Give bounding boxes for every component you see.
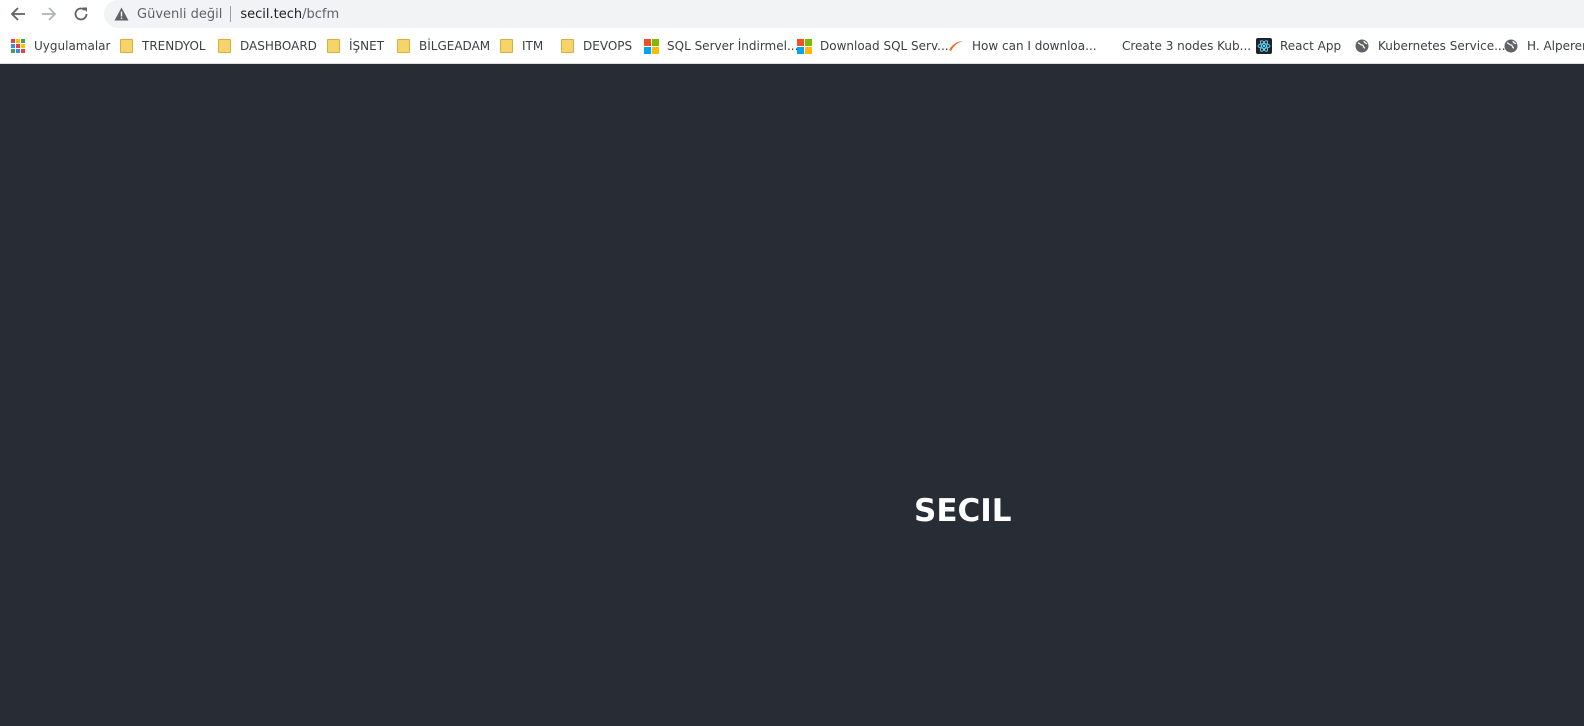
security-status-label[interactable]: Güvenli değil bbox=[137, 7, 222, 22]
bookmark-label: Uygulamalar bbox=[34, 39, 111, 53]
swoosh-logo-icon bbox=[948, 38, 964, 54]
bookmark-folder-trendyol[interactable]: TRENDYOL bbox=[118, 28, 206, 63]
folder-icon bbox=[216, 38, 232, 54]
bookmark-how-can-i-download[interactable]: How can I downloa... bbox=[948, 28, 1097, 63]
bookmark-label: TRENDYOL bbox=[142, 39, 206, 53]
forward-arrow-icon[interactable] bbox=[38, 3, 60, 25]
folder-icon bbox=[395, 38, 411, 54]
bookmark-label: How can I downloa... bbox=[972, 39, 1097, 53]
omnibox-divider bbox=[230, 6, 232, 22]
bookmark-label: React App bbox=[1280, 39, 1342, 53]
address-bar[interactable]: Güvenli değil secil.tech /bcfm bbox=[104, 0, 1584, 28]
bookmark-label: İŞNET bbox=[349, 39, 385, 53]
bookmark-folder-devops[interactable]: DEVOPS bbox=[559, 28, 633, 63]
bookmark-label: Kubernetes Service... bbox=[1378, 39, 1506, 53]
folder-icon bbox=[498, 38, 514, 54]
globe-icon bbox=[1503, 38, 1519, 54]
bookmark-create-3-nodes[interactable]: Create 3 nodes Kub... bbox=[1122, 28, 1252, 63]
bookmark-label: Download SQL Serv... bbox=[820, 39, 949, 53]
bookmark-kubernetes-service[interactable]: Kubernetes Service... bbox=[1354, 28, 1506, 63]
bookmark-apps[interactable]: Uygulamalar bbox=[10, 28, 111, 63]
globe-icon bbox=[1354, 38, 1370, 54]
bookmark-label: SQL Server İndirmel... bbox=[667, 39, 799, 53]
microsoft-logo-icon bbox=[643, 38, 659, 54]
bookmark-download-sql-server[interactable]: Download SQL Serv... bbox=[796, 28, 949, 63]
page-content: SECIL bbox=[0, 65, 1584, 726]
bookmark-react-app[interactable]: React App bbox=[1256, 28, 1342, 63]
folder-icon bbox=[325, 38, 341, 54]
bookmark-label: DASHBOARD bbox=[240, 39, 317, 53]
folder-icon bbox=[118, 38, 134, 54]
url-host[interactable]: secil.tech bbox=[240, 7, 302, 22]
bookmark-label: H. Alperen bbox=[1527, 39, 1584, 53]
bookmark-label: DEVOPS bbox=[583, 39, 633, 53]
bookmarks-bar: Uygulamalar TRENDYOL DASHBOARD İŞNET BİL… bbox=[0, 28, 1584, 64]
microsoft-logo-icon bbox=[796, 38, 812, 54]
bookmark-h-alperen[interactable]: H. Alperen bbox=[1503, 28, 1584, 63]
bookmark-folder-bilgeadam[interactable]: BİLGEADAM bbox=[395, 28, 491, 63]
bookmark-label: ITM bbox=[522, 39, 544, 53]
reload-icon[interactable] bbox=[70, 3, 92, 25]
apps-grid-icon bbox=[10, 38, 26, 54]
url-path[interactable]: /bcfm bbox=[302, 7, 339, 22]
folder-icon bbox=[559, 38, 575, 54]
warning-triangle-icon[interactable] bbox=[113, 6, 129, 22]
back-arrow-icon[interactable] bbox=[7, 3, 29, 25]
bookmark-folder-itm[interactable]: ITM bbox=[498, 28, 544, 63]
browser-toolbar: Güvenli değil secil.tech /bcfm bbox=[0, 0, 1584, 28]
react-logo-icon bbox=[1256, 38, 1272, 54]
brand-title: SECIL bbox=[914, 493, 1012, 529]
bookmark-sql-server-indirmeler[interactable]: SQL Server İndirmel... bbox=[643, 28, 799, 63]
bookmark-folder-dashboard[interactable]: DASHBOARD bbox=[216, 28, 317, 63]
bookmark-label: Create 3 nodes Kub... bbox=[1122, 39, 1252, 53]
bookmark-label: BİLGEADAM bbox=[419, 39, 491, 53]
bookmark-folder-isnet[interactable]: İŞNET bbox=[325, 28, 385, 63]
